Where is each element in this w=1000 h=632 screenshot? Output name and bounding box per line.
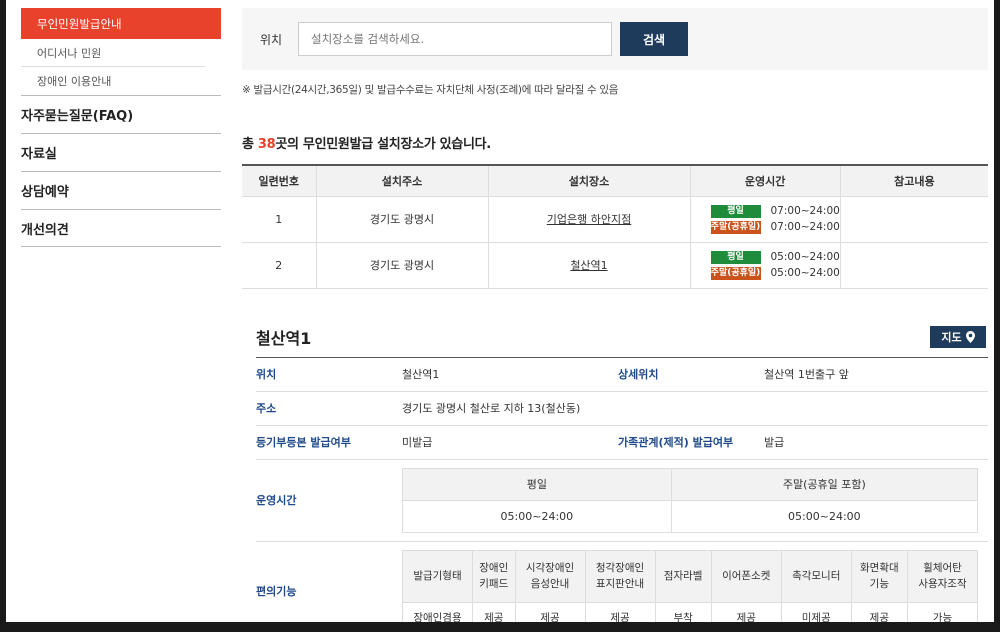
row-address: 경기도 광명시 xyxy=(316,242,489,289)
row-no: 1 xyxy=(242,196,317,243)
sidebar: 무인민원발급안내 어디서나 민원 장애인 이용안내 자주묻는질문(FAQ) 자료… xyxy=(21,8,221,247)
sidebar-item-feedback[interactable]: 개선의견 xyxy=(21,209,221,247)
total-number: 38 xyxy=(257,137,276,152)
notice-text: ※ 발급시간(24시간,365일) 및 발급수수료는 자치단체 사정(조례)에 … xyxy=(242,84,619,96)
hours-weekend-value: 05:00~24:00 xyxy=(670,499,979,533)
place-link[interactable]: 철산역1 xyxy=(570,259,607,272)
reg-value: 미발급 xyxy=(402,425,618,460)
weekday-hours: 07:00~24:00 xyxy=(770,205,840,217)
row-no: 2 xyxy=(242,242,317,289)
hours-label: 운영시간 xyxy=(256,459,402,542)
conv-value: 미제공 xyxy=(780,601,852,622)
row-hours: 평일 07:00~24:00 주말(공휴일) 07:00~24:00 xyxy=(690,196,841,243)
row-note xyxy=(840,196,988,243)
conv-table: 발급기형태 장애인 키패드 시각장애인 음성안내 청각장애인 표지판안내 점자라벨 이어폰… xyxy=(402,549,979,622)
conv-value: 장애인겸용 xyxy=(402,601,473,622)
weekend-hours: 05:00~24:00 xyxy=(770,267,840,279)
conv-header: 점자라벨 xyxy=(654,549,712,603)
total-count: 총 38곳의 무인민원발급 설치장소가 있습니다. xyxy=(242,133,988,152)
conv-value: 제공 xyxy=(471,601,516,622)
table-row: 1 경기도 광명시 기업은행 하안지점 평일 07:00~24:00 주말(공휴일… xyxy=(242,196,988,243)
row-place: 철산역1 xyxy=(488,242,691,289)
table-row: 2 경기도 광명시 철산역1 평일 05:00~24:00 주말(공휴일) 05:0… xyxy=(242,242,988,289)
conv-value: 부착 xyxy=(654,601,712,622)
total-prefix: 총 xyxy=(242,137,258,152)
addr-value: 경기도 광명시 철산로 지하 13(철산동) xyxy=(402,391,988,426)
conv-header: 발급기형태 xyxy=(402,549,473,603)
col-no: 일련번호 xyxy=(242,165,317,197)
col-hours: 운영시간 xyxy=(690,165,841,197)
conv-label: 편의기능 xyxy=(256,541,402,622)
family-label: 가족관계(제적) 발급여부 xyxy=(618,425,764,460)
col-note: 참고내용 xyxy=(840,165,988,197)
location-pin-icon xyxy=(965,330,975,343)
sidebar-sub-anywhere[interactable]: 어디서나 민원 xyxy=(21,39,205,67)
conv-header: 이어폰소켓 xyxy=(710,549,782,603)
weekday-hours: 05:00~24:00 xyxy=(770,251,840,263)
table-header: 일련번호 설치주소 설치장소 운영시간 참고내용 xyxy=(242,165,988,197)
reg-label: 등기부등본 발급여부 xyxy=(256,425,402,460)
search-label: 위치 xyxy=(260,32,283,47)
weekend-hours: 07:00~24:00 xyxy=(770,221,840,233)
main-content: 위치 검색 ※ 발급시간(24시간,365일) 및 발급수수료는 자치단체 사정… xyxy=(242,8,988,622)
conv-value: 제공 xyxy=(850,601,908,622)
row-note xyxy=(840,242,988,289)
search-input[interactable] xyxy=(298,22,612,56)
conv-header: 청각장애인 표지판안내 xyxy=(584,549,656,603)
map-button[interactable]: 지도 xyxy=(930,325,986,348)
conv-header: 장애인 키패드 xyxy=(471,549,516,603)
conv-header: 시각장애인 음성안내 xyxy=(514,549,586,603)
hours-weekday-value: 05:00~24:00 xyxy=(402,499,672,533)
loc-value: 철산역1 xyxy=(402,357,618,392)
family-value: 발급 xyxy=(764,425,988,460)
search-bar: 위치 검색 xyxy=(242,8,988,70)
weekend-badge: 주말(공휴일) xyxy=(710,220,761,234)
conv-header: 휠체어탄 사용자조작 xyxy=(906,549,979,603)
conv-value: 제공 xyxy=(584,601,656,622)
row-address: 경기도 광명시 xyxy=(316,196,489,243)
conv-value: 제공 xyxy=(514,601,586,622)
col-address: 설치주소 xyxy=(316,165,489,197)
conv-header: 화면확대 기능 xyxy=(850,549,908,603)
total-suffix: 곳의 무인민원발급 설치장소가 있습니다. xyxy=(275,137,491,152)
sidebar-item-faq[interactable]: 자주묻는질문(FAQ) xyxy=(21,95,221,133)
row-hours: 평일 05:00~24:00 주말(공휴일) 05:00~24:00 xyxy=(690,242,841,289)
hours-weekend-header: 주말(공휴일 포함) xyxy=(670,467,979,501)
conv-value: 제공 xyxy=(710,601,782,622)
map-button-label: 지도 xyxy=(941,330,962,344)
loc-label: 위치 xyxy=(256,357,402,392)
detail-title: 철산역1 xyxy=(256,328,312,348)
page-frame: 무인민원발급안내 어디서나 민원 장애인 이용안내 자주묻는질문(FAQ) 자료… xyxy=(6,0,994,622)
place-link[interactable]: 기업은행 하안지점 xyxy=(547,213,631,226)
row-place: 기업은행 하안지점 xyxy=(488,196,691,243)
sidebar-item-archive[interactable]: 자료실 xyxy=(21,133,221,171)
detail-loc-label: 상세위치 xyxy=(618,357,764,392)
detail-loc-value: 철산역 1번출구 앞 xyxy=(764,357,988,392)
weekend-badge: 주말(공휴일) xyxy=(710,266,761,280)
hours-weekday-header: 평일 xyxy=(402,467,672,501)
weekday-badge: 평일 xyxy=(710,250,761,264)
sidebar-item-consult[interactable]: 상담예약 xyxy=(21,171,221,209)
conv-value: 가능 xyxy=(906,601,979,622)
col-place: 설치장소 xyxy=(488,165,691,197)
sidebar-sub-disabled[interactable]: 장애인 이용안내 xyxy=(21,67,221,95)
conv-header: 촉각모니터 xyxy=(780,549,852,603)
sidebar-item-kiosk-guide[interactable]: 무인민원발급안내 xyxy=(21,8,221,39)
weekday-badge: 평일 xyxy=(710,204,761,218)
location-table: 일련번호 설치주소 설치장소 운영시간 참고내용 1 경기도 광명시 기업은행 … xyxy=(242,164,988,289)
detail-table: 위치 철산역1 상세위치 철산역 1번출구 앞 주소 경기도 광명시 철산로 지… xyxy=(256,356,988,622)
search-button[interactable]: 검색 xyxy=(620,22,688,56)
hours-table: 평일 주말(공휴일 포함) 05:00~24:00 05:00~24:00 xyxy=(402,467,979,533)
detail-section: 철산역1 지도 위치 철산역1 상세위치 철산역 1번출구 앞 주소 경기도 광… xyxy=(242,323,988,622)
addr-label: 주소 xyxy=(256,391,402,426)
